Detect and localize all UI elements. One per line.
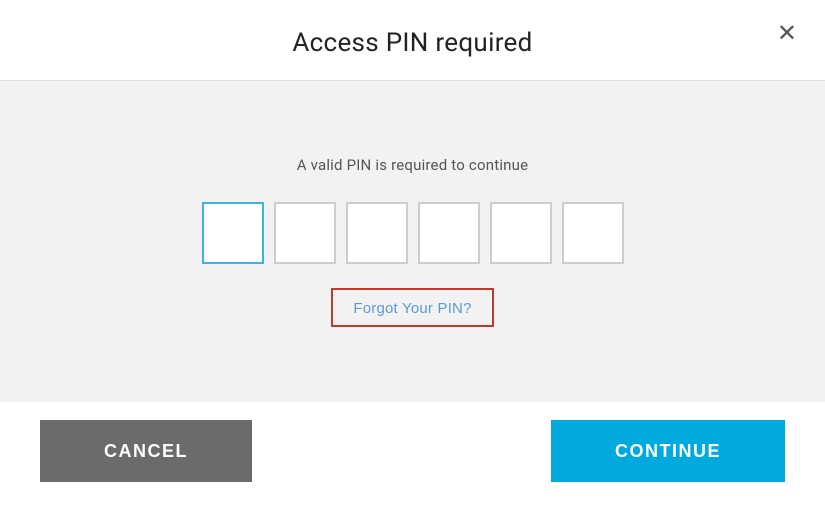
access-pin-modal: Access PIN required ✕ A valid PIN is req… [0, 0, 825, 506]
cancel-button[interactable]: CANCEL [40, 420, 252, 482]
modal-body: A valid PIN is required to continue Forg… [0, 81, 825, 402]
pin-box-6[interactable] [562, 202, 624, 264]
modal-header: Access PIN required ✕ [0, 0, 825, 81]
modal-footer: CANCEL CONTINUE [0, 402, 825, 506]
pin-box-1[interactable] [202, 202, 264, 264]
pin-input-group [202, 202, 624, 264]
forgot-pin-button[interactable]: Forgot Your PIN? [353, 300, 471, 317]
pin-box-5[interactable] [490, 202, 552, 264]
continue-button[interactable]: CONTINUE [551, 420, 785, 482]
pin-box-3[interactable] [346, 202, 408, 264]
pin-box-4[interactable] [418, 202, 480, 264]
forgot-pin-wrapper: Forgot Your PIN? [331, 288, 493, 327]
pin-box-2[interactable] [274, 202, 336, 264]
modal-title: Access PIN required [40, 28, 785, 58]
subtitle-text: A valid PIN is required to continue [297, 156, 529, 174]
close-button[interactable]: ✕ [773, 18, 801, 50]
